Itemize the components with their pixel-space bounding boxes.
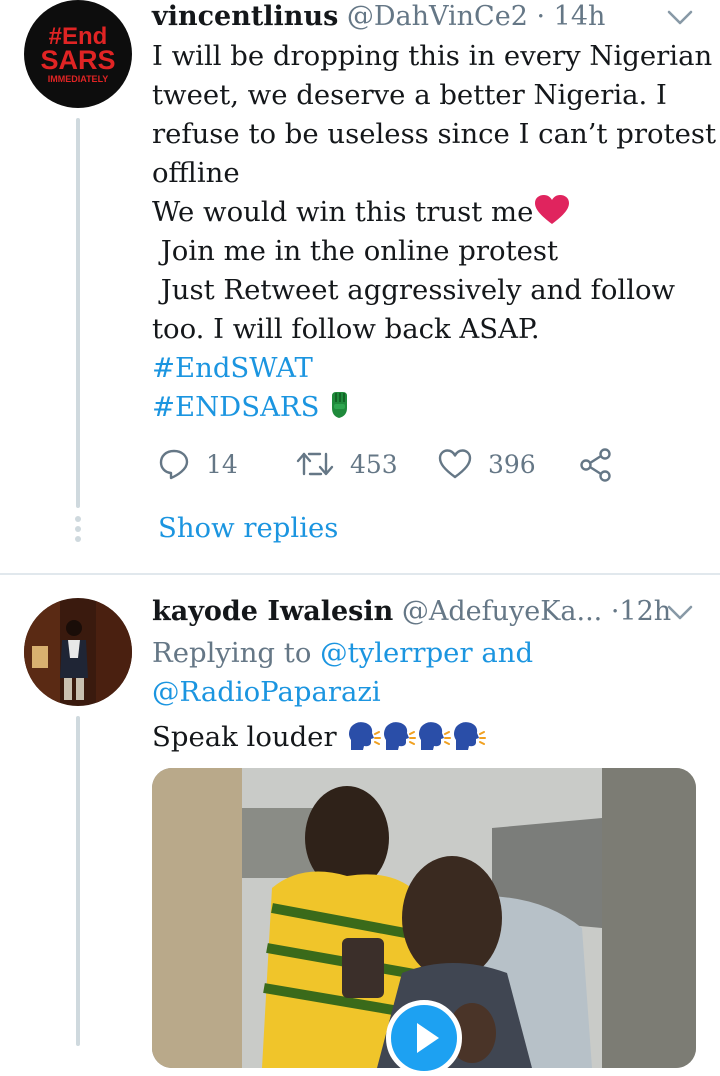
retweet-icon bbox=[296, 452, 334, 476]
display-name[interactable]: vincentlinus bbox=[152, 1, 338, 32]
tweet-line: Join me in the online protest bbox=[152, 235, 559, 267]
share-icon bbox=[580, 448, 611, 482]
like-icon bbox=[438, 449, 472, 479]
svg-text:SARS: SARS bbox=[40, 45, 115, 75]
retweet-count: 453 bbox=[350, 449, 398, 479]
endsars-logo: #End SARS IMMEDIATELY bbox=[40, 23, 115, 84]
tweet-header: kayode Iwalesin @AdefuyeKa... ·12h bbox=[152, 595, 671, 629]
retweet-button[interactable]: 453 bbox=[296, 448, 398, 480]
replying-to-label: Replying to bbox=[152, 637, 312, 669]
avatar[interactable] bbox=[24, 598, 132, 706]
tweet-divider bbox=[0, 573, 720, 575]
reply-count: 14 bbox=[206, 449, 238, 479]
speaking-head-emoji-icon bbox=[349, 722, 487, 750]
hashtag-link[interactable]: #EndSWAT bbox=[152, 349, 716, 388]
like-button[interactable]: 396 bbox=[438, 448, 536, 480]
tweet-text: Speak louder bbox=[152, 718, 493, 763]
more-replies-dots bbox=[75, 516, 81, 542]
share-button[interactable] bbox=[580, 448, 612, 482]
hashtag-link[interactable]: #ENDSARS bbox=[152, 391, 319, 423]
like-count: 396 bbox=[488, 449, 536, 479]
reply-button[interactable]: 14 bbox=[158, 448, 238, 480]
chevron-down-icon[interactable] bbox=[666, 8, 694, 28]
heart-emoji-icon bbox=[535, 195, 570, 224]
play-icon bbox=[417, 1023, 439, 1053]
handle[interactable]: @DahVinCe2 bbox=[347, 1, 528, 32]
chevron-down-icon[interactable] bbox=[666, 603, 694, 623]
show-replies-link[interactable]: Show replies bbox=[158, 508, 338, 548]
speaking-head-emojis bbox=[345, 720, 493, 763]
thread-line bbox=[76, 716, 80, 1046]
play-button[interactable] bbox=[386, 1000, 462, 1076]
fist-emoji-icon bbox=[332, 392, 348, 418]
handle[interactable]: @AdefuyeKa... bbox=[402, 596, 602, 627]
tweet-line: Speak louder bbox=[152, 721, 337, 753]
tweet-line: refuse to be useless since I can’t prote… bbox=[152, 118, 717, 150]
reply-icon bbox=[159, 449, 189, 480]
avatar[interactable]: #End SARS IMMEDIATELY bbox=[24, 0, 132, 108]
timestamp[interactable]: 12h bbox=[619, 596, 671, 627]
replying-to: Replying to @tylerrper and @RadioPaparaz… bbox=[152, 634, 533, 712]
tweet-line: offline bbox=[152, 157, 240, 189]
separator: · bbox=[536, 1, 546, 32]
avatar-photo bbox=[24, 598, 132, 706]
display-name[interactable]: kayode Iwalesin bbox=[152, 596, 393, 627]
mention-link[interactable]: @tylerrper bbox=[320, 637, 472, 669]
thread-line bbox=[76, 118, 80, 508]
tweet-text: I will be dropping this in every Nigeria… bbox=[152, 37, 716, 427]
tweet-line-with-emoji: We would win this trust me bbox=[152, 193, 716, 232]
hashtag-line: #ENDSARS bbox=[152, 388, 716, 427]
tweet-header: vincentlinus @DahVinCe2 · 14h bbox=[152, 0, 605, 34]
replying-and: and bbox=[481, 637, 534, 669]
tweet-line: too. I will follow back ASAP. bbox=[152, 313, 540, 345]
mention-link[interactable]: @RadioPaparazi bbox=[152, 673, 533, 712]
tweet-line: tweet, we deserve a better Nigeria. I bbox=[152, 79, 667, 111]
timestamp[interactable]: 14h bbox=[554, 1, 606, 32]
tweet-line: Just Retweet aggressively and follow bbox=[152, 274, 676, 306]
svg-text:IMMEDIATELY: IMMEDIATELY bbox=[48, 74, 109, 84]
tweet-line: We would win this trust me bbox=[152, 196, 534, 228]
tweet-line: I will be dropping this in every Nigeria… bbox=[152, 40, 713, 72]
